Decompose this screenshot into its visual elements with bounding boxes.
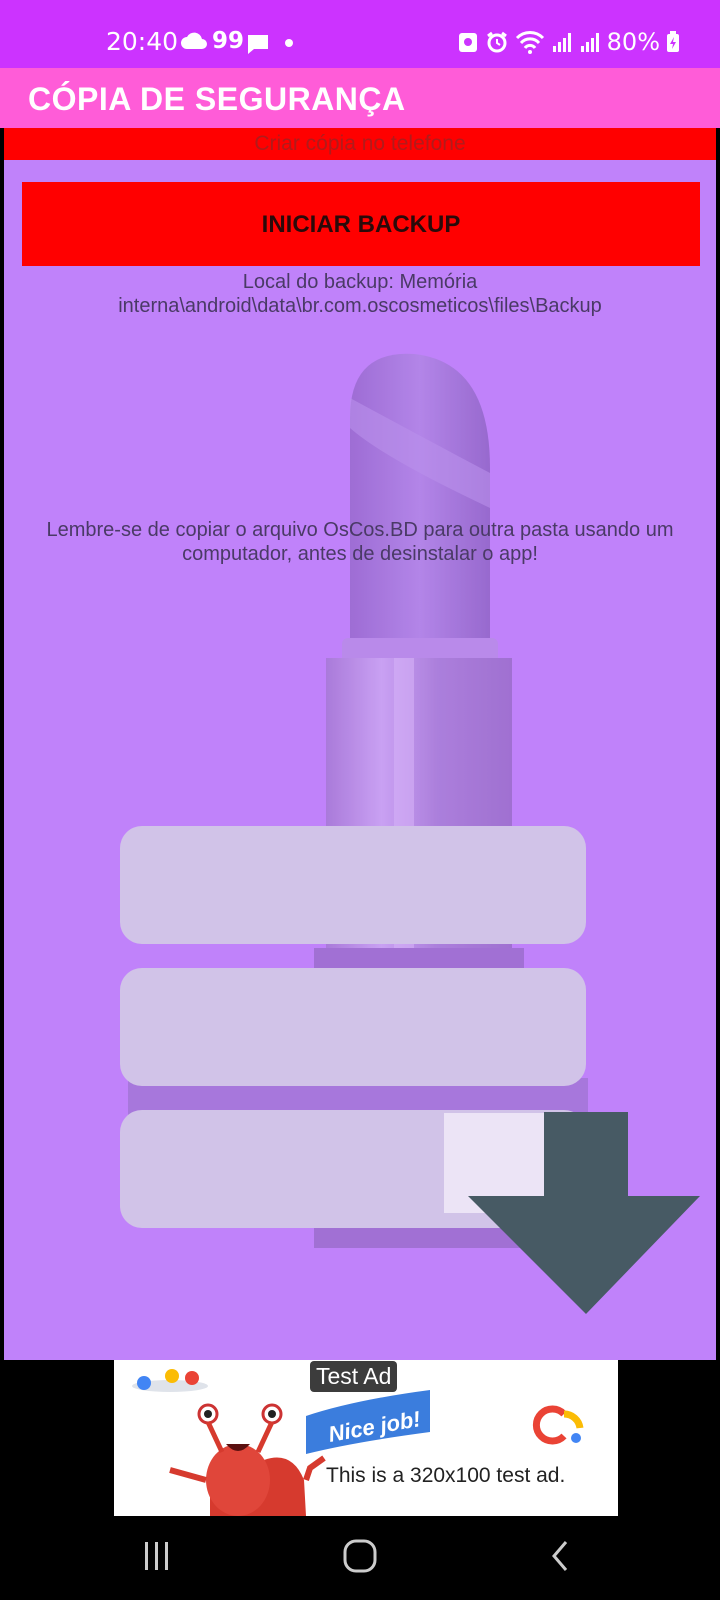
back-icon[interactable] bbox=[548, 1538, 572, 1579]
message-icon bbox=[246, 33, 270, 59]
notification-count: 99 bbox=[212, 28, 245, 54]
backup-location-text: Local do backup: Memória interna\android… bbox=[118, 271, 602, 317]
ad-banner[interactable]: Test Ad Nice job! This is a 320x100 test… bbox=[114, 1360, 618, 1516]
status-bar: 20:40 99 80% bbox=[0, 0, 720, 68]
status-time: 20:40 bbox=[106, 27, 179, 56]
battery-percent: 80% bbox=[606, 28, 660, 56]
cloud-icon bbox=[180, 32, 208, 54]
battery-charging-icon bbox=[666, 31, 680, 53]
dot-icon bbox=[285, 39, 293, 47]
recent-apps-icon[interactable] bbox=[142, 1538, 172, 1579]
navigation-bar bbox=[0, 1516, 720, 1600]
signal-icon bbox=[551, 31, 573, 53]
monster-mascot-icon bbox=[169, 1403, 326, 1516]
google-dots-icon bbox=[132, 1369, 208, 1392]
list-blocks bbox=[120, 826, 586, 1228]
app-bar: CÓPIA DE SEGURANÇA bbox=[0, 68, 720, 128]
test-ad-badge: Test Ad bbox=[310, 1361, 398, 1392]
alarm-icon bbox=[485, 30, 509, 54]
main-content: Criar cópia no telefone INICIAR BACKUP L… bbox=[4, 128, 716, 1360]
page-title: CÓPIA DE SEGURANÇA bbox=[28, 81, 406, 117]
status-right-group: 80% bbox=[457, 28, 680, 56]
admob-logo-icon bbox=[532, 1405, 584, 1445]
signal-icon bbox=[579, 31, 601, 53]
home-icon[interactable] bbox=[342, 1538, 378, 1579]
wifi-icon bbox=[515, 30, 545, 54]
reminder-text: Lembre-se de copiar o arquivo OsCos.BD p… bbox=[46, 519, 674, 565]
ad-text: This is a 320x100 test ad. bbox=[326, 1464, 566, 1487]
start-backup-button[interactable]: INICIAR BACKUP bbox=[22, 182, 700, 266]
subheader: Criar cópia no telefone bbox=[4, 128, 716, 160]
battery-saver-icon bbox=[457, 30, 479, 54]
ad-area: Test Ad Nice job! This is a 320x100 test… bbox=[0, 1360, 720, 1516]
